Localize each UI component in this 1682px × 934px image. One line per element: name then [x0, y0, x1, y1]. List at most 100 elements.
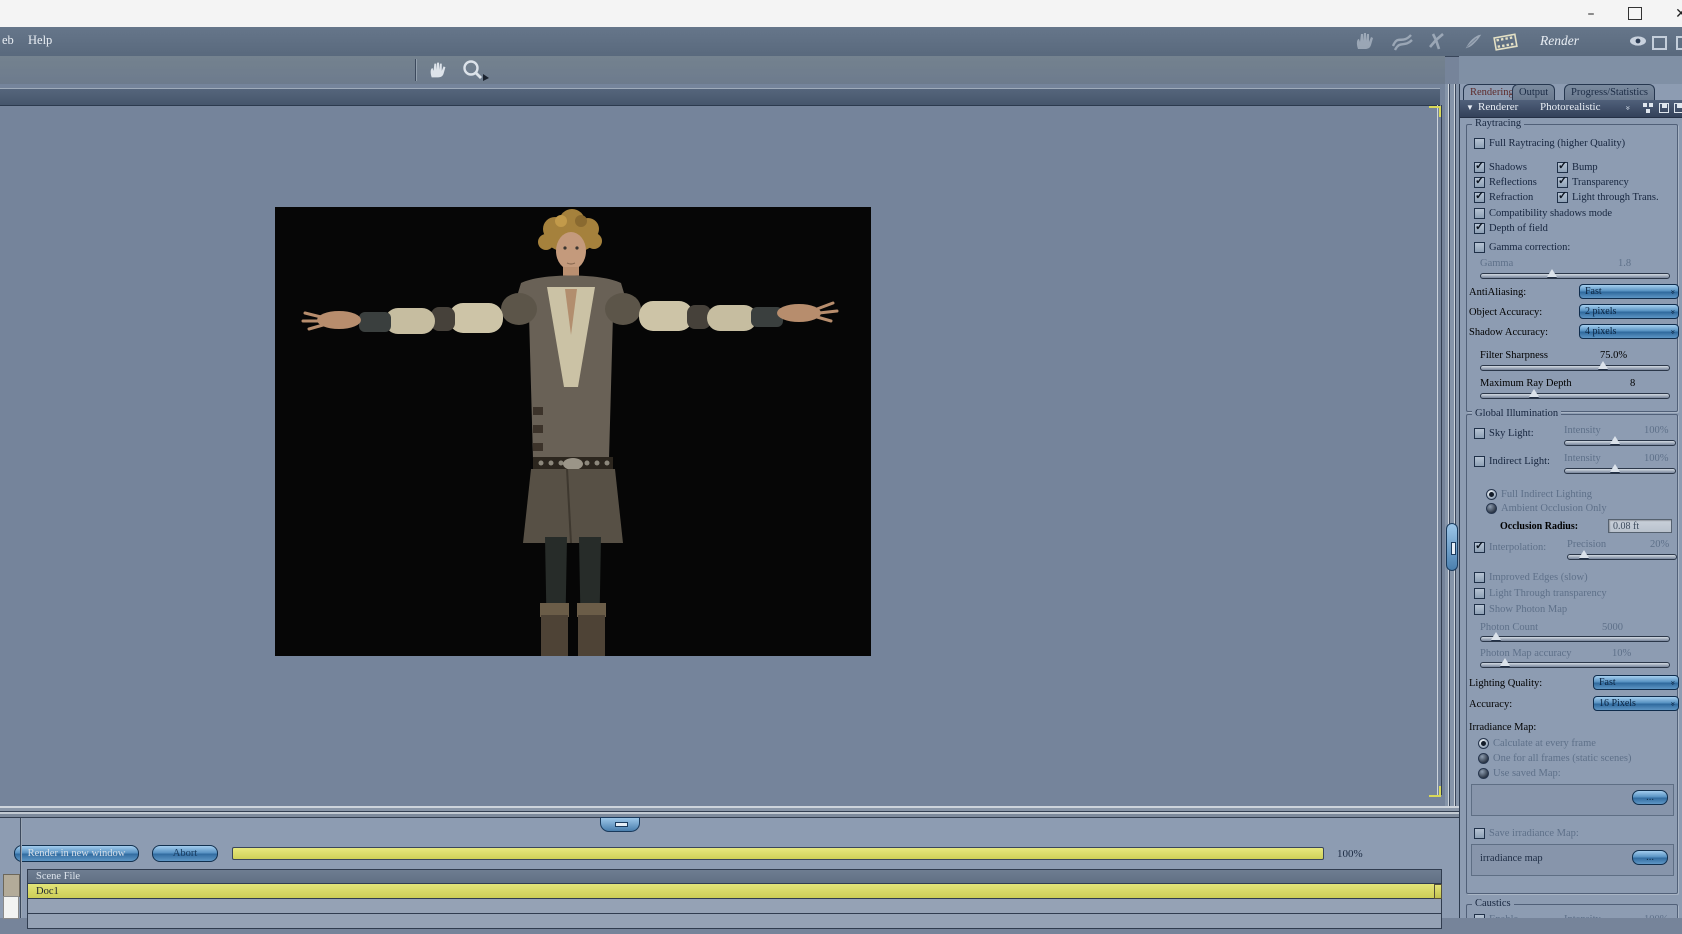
menu-item-partial[interactable]: eb — [2, 33, 14, 48]
save-irradiance-map-checkbox[interactable] — [1474, 828, 1485, 839]
occlusion-radius-input[interactable]: 0.08 ft — [1608, 519, 1672, 533]
filter-sharpness-slider-thumb[interactable] — [1598, 361, 1609, 369]
photon-map-accuracy-slider-thumb[interactable] — [1500, 658, 1511, 666]
render-room-label[interactable]: Render — [1540, 33, 1579, 49]
caustics-enable-checkbox[interactable] — [1474, 914, 1485, 918]
object-accuracy-select[interactable]: 2 pixels » — [1579, 304, 1679, 319]
calc-every-frame-radio[interactable] — [1478, 738, 1489, 749]
sky-intensity-slider-thumb[interactable] — [1609, 436, 1620, 444]
left-strip-divider — [20, 818, 21, 918]
precision-slider-thumb[interactable] — [1579, 550, 1590, 558]
save-preset-icon[interactable] — [1659, 103, 1669, 113]
maximize-button[interactable] — [1622, 4, 1648, 23]
interpolation-checkbox[interactable] — [1474, 539, 1485, 553]
browse-irradiance-file-button[interactable]: ... — [1632, 850, 1668, 865]
photon-count-label: Photon Count — [1480, 622, 1539, 633]
close-button[interactable]: ✕ — [1668, 4, 1682, 23]
panel-window-icon[interactable] — [1652, 36, 1667, 54]
accuracy-select[interactable]: 16 Pixels » — [1593, 696, 1679, 711]
pose-hand-icon[interactable] — [1354, 30, 1378, 56]
show-photon-map-option: Show Photon Map — [1474, 604, 1567, 615]
panel-top-margin — [1459, 56, 1682, 84]
transparency-option: Transparency — [1557, 174, 1629, 188]
occlusion-radius-label: Occlusion Radius: — [1500, 521, 1579, 532]
shadow-accuracy-select[interactable]: 4 pixels » — [1579, 324, 1679, 339]
interpolation-option: Interpolation: — [1474, 539, 1546, 553]
tab-output[interactable]: Output — [1512, 84, 1556, 100]
ambient-occlusion-radio[interactable] — [1486, 503, 1497, 514]
max-ray-depth-slider-thumb[interactable] — [1528, 389, 1539, 397]
chevron-down-icon: » — [1667, 701, 1678, 707]
use-saved-map-radio[interactable] — [1478, 768, 1489, 779]
photon-map-accuracy-slider[interactable] — [1480, 658, 1670, 668]
use-saved-map-option: Use saved Map: — [1478, 768, 1561, 779]
feather-icon[interactable] — [1462, 30, 1484, 56]
scene-file-row-empty[interactable] — [27, 899, 1442, 914]
title-bar: – ✕ — [0, 0, 1682, 28]
abort-button[interactable]: Abort — [152, 845, 218, 862]
max-ray-depth-slider[interactable] — [1480, 389, 1670, 399]
tab-progress-statistics[interactable]: Progress/Statistics — [1564, 84, 1656, 100]
gesture-branch-icon[interactable] — [1426, 30, 1450, 56]
indirect-intensity-slider-thumb[interactable] — [1609, 464, 1620, 472]
transparency-checkbox[interactable] — [1557, 174, 1568, 188]
lighting-quality-select[interactable]: Fast » — [1593, 675, 1679, 690]
compatibility-shadows-checkbox[interactable] — [1474, 208, 1485, 219]
right-panel-splitter[interactable] — [1445, 84, 1459, 806]
table-scroll-thumb[interactable] — [1434, 884, 1442, 899]
collapse-triangle-icon[interactable]: ▼ — [1466, 103, 1474, 112]
clipped-window-icon[interactable] — [1676, 36, 1682, 54]
caustics-legend: Caustics — [1472, 898, 1514, 909]
poser-render-window: { "window": {"minimize": "–", "close": "… — [0, 0, 1682, 929]
light-through-trans-checkbox[interactable] — [1557, 189, 1568, 203]
reflections-checkbox[interactable] — [1474, 174, 1485, 188]
full-raytracing-checkbox[interactable] — [1474, 138, 1485, 149]
scene-file-row-empty[interactable] — [27, 914, 1442, 929]
full-indirect-radio[interactable] — [1486, 489, 1497, 500]
material-nodes-icon[interactable] — [1643, 103, 1653, 113]
render-in-new-window-button[interactable]: Render in new window — [14, 845, 139, 862]
gamma-value: 1.8 — [1618, 258, 1632, 269]
improved-edges-checkbox[interactable] — [1474, 572, 1485, 583]
photon-count-slider[interactable] — [1480, 632, 1670, 642]
refraction-checkbox[interactable] — [1474, 189, 1485, 203]
depth-of-field-checkbox[interactable] — [1474, 220, 1485, 234]
gamma-slider[interactable] — [1480, 269, 1670, 279]
one-for-all-frames-radio[interactable] — [1478, 753, 1489, 764]
indirect-intensity-slider[interactable] — [1564, 464, 1676, 474]
bump-checkbox[interactable] — [1557, 159, 1568, 173]
render-progress-panel: Render in new window Abort 100% Scene Fi… — [0, 818, 1459, 929]
light-through-transparency-checkbox[interactable] — [1474, 588, 1485, 599]
shadows-checkbox[interactable] — [1474, 159, 1485, 173]
minimize-button[interactable]: – — [1578, 4, 1604, 23]
filter-sharpness-slider[interactable] — [1480, 361, 1670, 371]
hand-tool-icon[interactable] — [428, 59, 450, 86]
toolbar-divider — [415, 59, 416, 81]
show-photon-map-checkbox[interactable] — [1474, 604, 1485, 615]
menu-item-help[interactable]: Help — [28, 33, 52, 48]
bottom-panel-splitter[interactable] — [0, 806, 1459, 818]
right-panel-collapse-handle[interactable] — [1446, 523, 1458, 571]
photon-count-slider-thumb[interactable] — [1491, 632, 1502, 640]
eye-icon[interactable] — [1628, 33, 1648, 53]
sky-light-checkbox[interactable] — [1474, 428, 1485, 439]
sky-intensity-slider[interactable] — [1564, 436, 1676, 446]
browse-saved-map-button[interactable]: ... — [1632, 790, 1668, 805]
render-progress-bar — [232, 847, 1324, 860]
bottom-panel-collapse-handle[interactable] — [600, 817, 640, 832]
indirect-light-checkbox[interactable] — [1474, 456, 1485, 467]
document-header-bar[interactable] — [0, 88, 1440, 106]
chevron-down-icon: » — [1667, 289, 1678, 295]
antialiasing-label: AntiAliasing: — [1469, 287, 1527, 298]
load-preset-icon[interactable] — [1674, 103, 1682, 113]
precision-slider[interactable] — [1567, 550, 1677, 560]
renderer-select-chevron-icon[interactable]: » — [1623, 106, 1633, 111]
gamma-slider-thumb[interactable] — [1547, 269, 1558, 277]
antialiasing-select[interactable]: Fast » — [1579, 284, 1679, 299]
film-render-room-icon[interactable] — [1492, 30, 1520, 58]
renderer-engine-select[interactable]: Photorealistic — [1540, 101, 1601, 113]
scene-file-row-selected[interactable]: Doc1 — [27, 884, 1442, 899]
gamma-correction-checkbox[interactable] — [1474, 242, 1485, 253]
gesture-curve-icon[interactable] — [1390, 30, 1414, 56]
sky-intensity-label: Intensity — [1564, 425, 1601, 436]
